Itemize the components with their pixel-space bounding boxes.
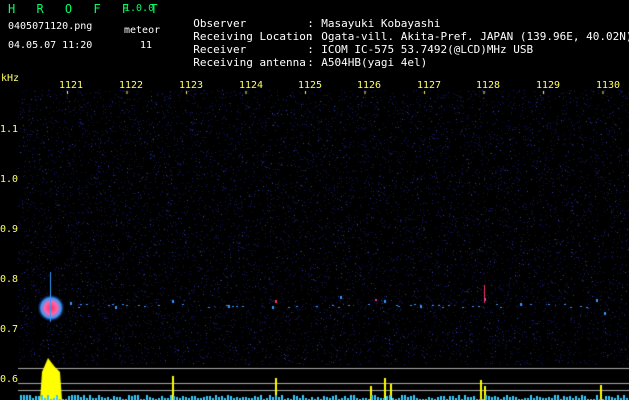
y-tick-label: 0.9	[0, 224, 19, 235]
datetime-label: 04.05.07 11:20	[8, 40, 93, 51]
y-tick-label: 0.6	[0, 374, 19, 385]
x-tick-label: 1126	[357, 80, 382, 91]
meteor-count: 11	[140, 40, 153, 51]
x-tick-label: 1122	[119, 80, 144, 91]
y-tick-label: 0.8	[0, 274, 19, 285]
meta-value: A504HB(yagi 4el)	[321, 56, 428, 69]
meta-key: Receiving antenna	[193, 56, 306, 69]
filename-label: 0405071120.png	[8, 21, 93, 32]
x-tick-label: 1125	[298, 80, 323, 91]
y-tick-label: 1.0	[0, 174, 19, 185]
x-tick-label: 1123	[179, 80, 204, 91]
meteor-label: meteor	[124, 25, 161, 36]
x-tick-label: 1124	[239, 80, 264, 91]
app-version: 1.0.0	[124, 3, 155, 14]
x-tick-label: 1129	[536, 80, 561, 91]
y-tick-label: 1.1	[0, 124, 19, 135]
x-tick-label: 1128	[476, 80, 501, 91]
x-tick-label: 1127	[417, 80, 442, 91]
y-unit-label: kHz	[1, 73, 20, 84]
meta-antenna: Receiving antenna: A504HB(yagi 4el)	[193, 56, 428, 69]
y-tick-label: 0.7	[0, 324, 19, 335]
x-tick-label: 1130	[596, 80, 621, 91]
x-tick-label: 1121	[59, 80, 84, 91]
